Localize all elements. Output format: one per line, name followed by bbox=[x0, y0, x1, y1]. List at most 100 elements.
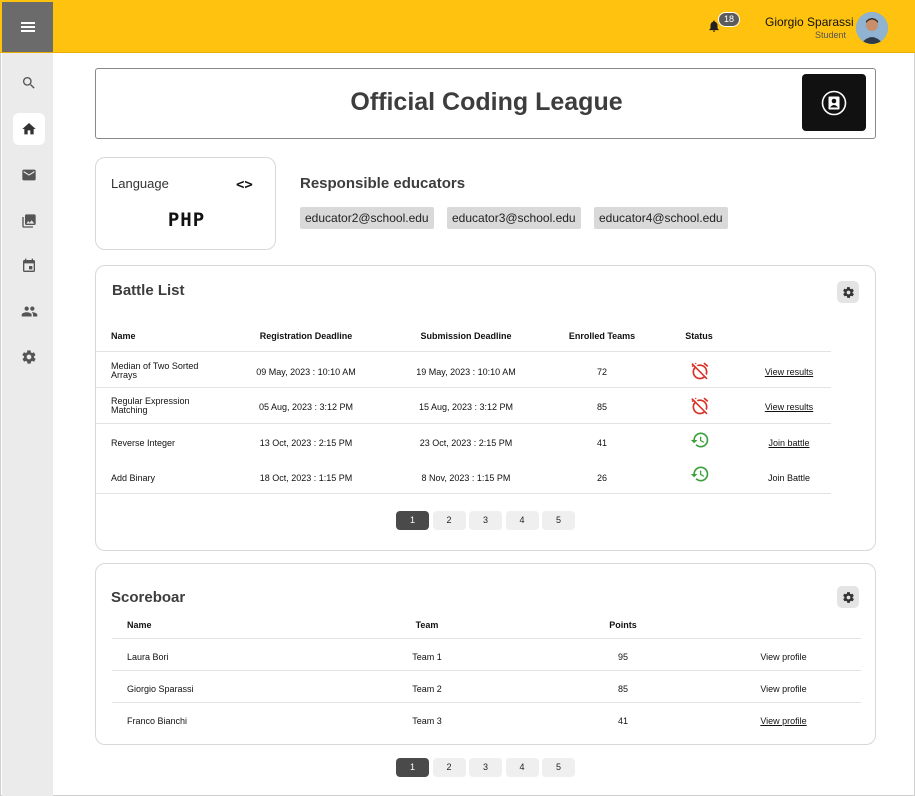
hamburger-icon bbox=[20, 22, 35, 32]
sidebar-item-search[interactable] bbox=[13, 67, 45, 99]
page-button[interactable]: 1 bbox=[396, 511, 429, 530]
column-header-registration: Registration Deadline bbox=[259, 331, 353, 341]
alarm-off-icon bbox=[691, 397, 709, 415]
points-value: 95 bbox=[617, 652, 628, 662]
submission-deadline: 23 Oct, 2023 : 2:15 PM bbox=[419, 438, 513, 448]
divider bbox=[112, 670, 861, 671]
history-icon bbox=[690, 466, 709, 482]
scoreboard-title: Scoreboar bbox=[111, 589, 186, 606]
battle-list-card: Battle List Name Registration Deadline S… bbox=[95, 265, 876, 551]
column-header-teams: Enrolled Teams bbox=[568, 331, 636, 341]
battle-name: Add Binary bbox=[111, 473, 156, 483]
page-button[interactable]: 4 bbox=[505, 511, 539, 530]
column-header-team: Team bbox=[415, 620, 439, 630]
points-value: 41 bbox=[617, 716, 628, 726]
page-button[interactable]: 5 bbox=[542, 511, 575, 530]
view-results-link[interactable]: View results bbox=[756, 367, 822, 377]
home-icon bbox=[22, 123, 36, 135]
page-button[interactable]: 3 bbox=[469, 758, 502, 777]
battle-name: Regular Expression Matching bbox=[111, 396, 190, 415]
team-name: Team 2 bbox=[412, 684, 442, 694]
points-value: 85 bbox=[617, 684, 628, 694]
player-name: Laura Bori bbox=[127, 652, 169, 662]
enrolled-teams: 41 bbox=[596, 438, 607, 448]
tournament-header: Official Coding League bbox=[95, 68, 876, 139]
divider bbox=[96, 351, 831, 352]
user-name: Giorgio Sparassi bbox=[765, 15, 854, 29]
page-button[interactable]: 3 bbox=[469, 511, 502, 530]
gear-icon bbox=[842, 591, 854, 603]
sidebar-item-gallery[interactable] bbox=[13, 205, 45, 237]
battle-pagination: 1 2 3 4 5 bbox=[396, 511, 579, 530]
gear-icon bbox=[842, 286, 854, 298]
page-button[interactable]: 4 bbox=[505, 758, 539, 777]
sidebar-item-settings[interactable] bbox=[13, 341, 45, 373]
page-button[interactable]: 2 bbox=[432, 511, 466, 530]
educator-chip[interactable]: educator2@school.edu bbox=[300, 207, 434, 229]
submission-deadline: 15 Aug, 2023 : 3:12 PM bbox=[418, 402, 514, 412]
team-name: Team 1 bbox=[412, 652, 442, 662]
alarm-off-icon bbox=[691, 362, 709, 380]
mail-icon bbox=[22, 169, 36, 181]
battle-name: Median of Two Sorted Arrays bbox=[111, 361, 199, 380]
join-battle-link[interactable]: Join battle bbox=[756, 438, 822, 448]
divider bbox=[96, 387, 831, 388]
player-name: Franco Bianchi bbox=[127, 716, 188, 726]
divider bbox=[96, 423, 831, 424]
column-header-name: Name bbox=[111, 331, 136, 341]
sidebar-item-home[interactable] bbox=[13, 113, 45, 145]
avatar-image bbox=[856, 12, 888, 44]
page-button[interactable]: 5 bbox=[542, 758, 575, 777]
registration-deadline: 13 Oct, 2023 : 2:15 PM bbox=[259, 438, 353, 448]
submission-deadline: 8 Nov, 2023 : 1:15 PM bbox=[421, 473, 511, 483]
battle-list-title: Battle List bbox=[112, 282, 185, 299]
language-value: PHP bbox=[167, 209, 206, 231]
educator-chip[interactable]: educator3@school.edu bbox=[447, 207, 581, 229]
column-header-points: Points bbox=[609, 620, 637, 630]
registration-deadline: 09 May, 2023 : 10:10 AM bbox=[256, 367, 356, 377]
history-icon bbox=[690, 432, 709, 448]
sidebar-item-mail[interactable] bbox=[13, 159, 45, 191]
educator-chip[interactable]: educator4@school.edu bbox=[594, 207, 728, 229]
view-results-link[interactable]: View results bbox=[756, 402, 822, 412]
divider bbox=[96, 493, 831, 494]
scoreboard-settings-button[interactable] bbox=[837, 586, 859, 608]
language-label: Language bbox=[111, 176, 169, 191]
code-icon: <> bbox=[236, 177, 253, 193]
team-name: Team 3 bbox=[412, 716, 442, 726]
settings-icon bbox=[22, 350, 36, 364]
column-header-name: Name bbox=[127, 620, 152, 630]
player-name: Giorgio Sparassi bbox=[127, 684, 194, 694]
view-profile-link[interactable]: View profile bbox=[751, 716, 816, 726]
column-header-submission: Submission Deadline bbox=[420, 331, 512, 341]
enrolled-teams: 85 bbox=[596, 402, 607, 412]
view-profile-button[interactable]: View profile bbox=[751, 652, 816, 662]
sidebar-item-people[interactable] bbox=[13, 295, 45, 327]
tournament-logo bbox=[802, 74, 866, 131]
enrolled-teams: 72 bbox=[596, 367, 607, 377]
scoreboard-card: Scoreboar Name Team Points Laura Bori Te… bbox=[95, 563, 876, 745]
registration-deadline: 05 Aug, 2023 : 3:12 PM bbox=[258, 402, 354, 412]
page-title: Official Coding League bbox=[350, 88, 623, 116]
user-role: Student bbox=[815, 30, 847, 40]
menu-button[interactable] bbox=[2, 2, 53, 52]
calendar-icon bbox=[23, 258, 35, 272]
avatar[interactable] bbox=[856, 12, 888, 44]
view-profile-button[interactable]: View profile bbox=[751, 684, 816, 694]
page-button[interactable]: 2 bbox=[432, 758, 466, 777]
divider bbox=[112, 702, 861, 703]
battle-settings-button[interactable] bbox=[837, 281, 859, 303]
notification-badge: 18 bbox=[718, 12, 740, 27]
join-battle-button[interactable]: Join Battle bbox=[756, 473, 822, 483]
people-icon bbox=[21, 306, 37, 316]
sidebar-item-calendar[interactable] bbox=[13, 250, 45, 282]
sidebar bbox=[2, 53, 53, 796]
page-button[interactable]: 1 bbox=[396, 758, 429, 777]
scoreboard-pagination: 1 2 3 4 5 bbox=[396, 758, 579, 777]
divider bbox=[112, 638, 861, 639]
battle-name: Reverse Integer bbox=[111, 438, 176, 448]
enrolled-teams: 26 bbox=[596, 473, 607, 483]
language-card: Language <> PHP bbox=[95, 157, 276, 250]
educators-title: Responsible educators bbox=[300, 175, 466, 192]
registration-deadline: 18 Oct, 2023 : 1:15 PM bbox=[259, 473, 353, 483]
